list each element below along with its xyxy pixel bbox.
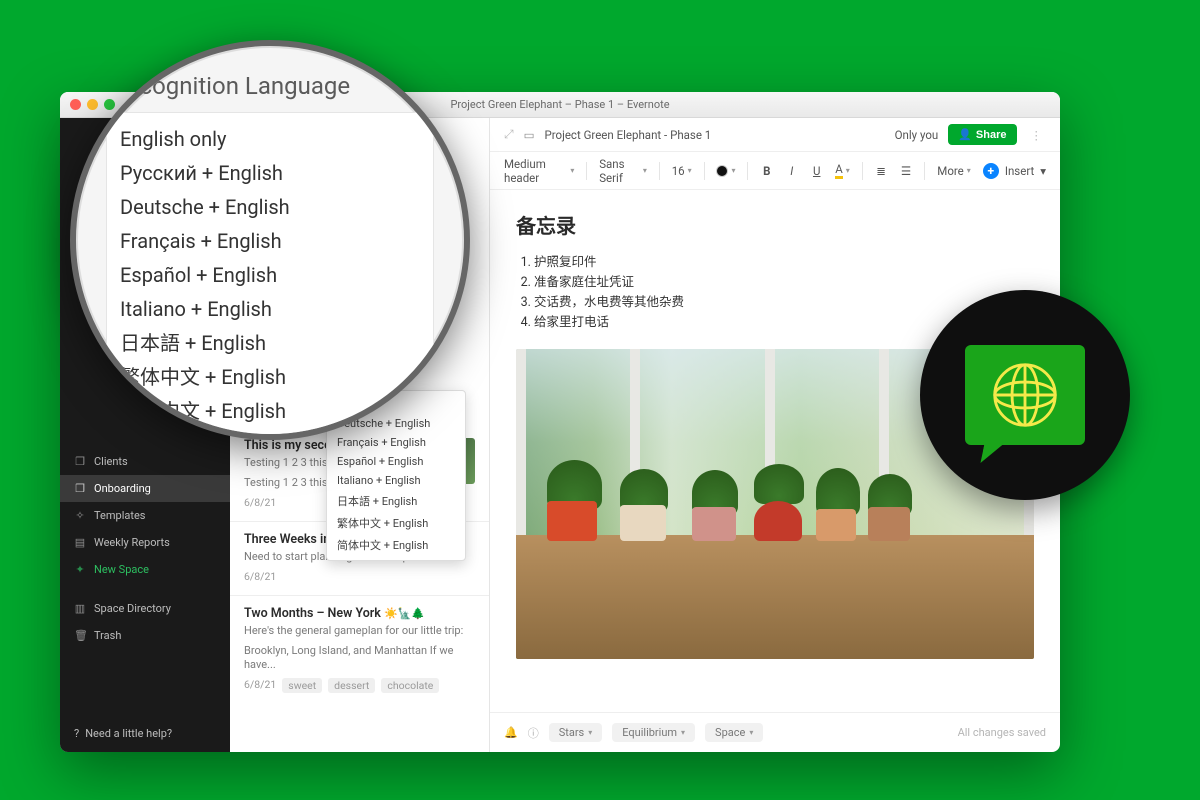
language-option[interactable]: 日本語 + English [120,326,420,360]
size-dropdown[interactable]: 16▾ [672,164,692,178]
trash-icon: 🗑 [74,629,86,642]
expand-icon[interactable]: ⤢ [504,127,514,142]
bell-icon[interactable]: 🔔 [504,726,518,739]
sidebar-item-trash[interactable]: 🗑 Trash [60,622,230,649]
note-date: 6/8/21 [244,496,276,509]
language-option[interactable]: Русский + English [120,156,420,190]
window-title: Project Green Elephant – Phase 1 – Evern… [450,98,669,111]
share-label: Share [976,129,1007,141]
help-label: Need a little help? [85,727,172,740]
italic-button[interactable]: I [785,164,798,178]
info-icon[interactable]: ⓘ [528,725,539,741]
box-icon: ❒ [74,482,86,495]
bold-button[interactable]: B [760,164,773,178]
formatting-toolbar: Medium header▾ Sans Serif▾ 16▾ ▾ B I U [490,152,1060,190]
traffic-lights [70,99,115,110]
language-option[interactable]: Italiano + English [327,471,465,490]
note-date: 6/8/21 [244,570,276,583]
notebook-icon[interactable]: ▭ [524,128,535,142]
sidebar-item-new-space[interactable]: ✦ New Space [60,556,230,583]
magnifier-overlay: Recognition Language English only Русски… [70,40,470,440]
sidebar-item-label: Onboarding [94,482,151,495]
minimize-icon[interactable] [87,99,98,110]
sidebar-item-label: Weekly Reports [94,536,170,549]
note-tag[interactable]: dessert [328,678,375,693]
sidebar-item-label: Space Directory [94,602,171,615]
highlight-dropdown[interactable]: A▾ [835,162,850,179]
person-icon: 👤 [958,128,972,141]
box-icon: ❒ [74,455,86,468]
language-option[interactable]: Français + English [327,433,465,452]
tag-pill[interactable]: Equilibrium▾ [612,723,695,742]
language-badge [920,290,1130,500]
recognition-language-title: Recognition Language [112,72,434,100]
list-item: 交话费，水电费等其他杂费 [534,293,1034,313]
maximize-icon[interactable] [104,99,115,110]
bullet-list-button[interactable]: ≣ [875,164,888,178]
note-snippet: Here's the general gameplan for our litt… [244,624,475,638]
color-dot-icon [716,165,728,177]
language-option[interactable]: Italiano + English [120,292,420,326]
plus-icon: + [983,163,999,179]
note-tag[interactable]: sweet [282,678,322,693]
plus-icon: ✦ [74,563,86,576]
language-option[interactable]: 简体中文 + English [327,534,465,556]
document-header: ⤢ ▭ Project Green Elephant - Phase 1 Onl… [490,118,1060,152]
insert-button[interactable]: + Insert▾ [983,163,1046,179]
note-title: Two Months – New York ☀️🗽🌲 [244,606,475,621]
language-option[interactable]: 日本語 + English [327,490,465,512]
tag-pill[interactable]: Stars▾ [549,723,603,742]
sharing-status[interactable]: Only you [895,128,939,142]
breadcrumb[interactable]: Project Green Elephant - Phase 1 [544,128,711,142]
sidebar-item-label: New Space [94,563,149,576]
sidebar-item-onboarding[interactable]: ❒ Onboarding [60,475,230,502]
note-date: 6/8/21 [244,678,276,693]
language-option[interactable]: English only [120,122,420,156]
list-item: 准备家庭住址凭证 [534,273,1034,293]
language-option[interactable]: Español + English [327,452,465,471]
title-emoji: ☀️🗽🌲 [384,607,425,620]
underline-button[interactable]: U [810,164,823,178]
number-list-button[interactable]: ☰ [900,164,913,178]
font-dropdown[interactable]: Sans Serif▾ [599,157,647,185]
note-card[interactable]: Two Months – New York ☀️🗽🌲 Here's the ge… [230,595,489,705]
tag-pill[interactable]: Space▾ [705,723,763,742]
note-tag[interactable]: chocolate [381,678,439,693]
reports-icon: ▤ [74,536,86,549]
sidebar-item-label: Trash [94,629,121,642]
template-icon: ✧ [74,509,86,522]
sidebar-item-label: Templates [94,509,145,522]
save-status: All changes saved [958,726,1046,739]
directory-icon: ▥ [74,602,86,615]
sidebar-item-clients[interactable]: ❒ Clients [60,448,230,475]
document-footer: 🔔 ⓘ Stars▾ Equilibrium▾ Space▾ All chang… [490,712,1060,752]
language-option[interactable]: Deutsche + English [120,190,420,224]
globe-icon [989,359,1061,431]
language-option[interactable]: Español + English [120,258,420,292]
language-option[interactable]: Français + English [120,224,420,258]
more-icon[interactable]: ⋮ [1027,128,1047,142]
close-icon[interactable] [70,99,81,110]
list-item: 护照复印件 [534,253,1034,273]
language-option[interactable]: 繁体中文 + English [327,512,465,534]
help-icon: ? [74,727,79,740]
sidebar-item-label: Clients [94,455,128,468]
speech-bubble-icon [965,345,1085,445]
language-option[interactable]: 繁体中文 + English [120,360,420,394]
style-dropdown[interactable]: Medium header▾ [504,157,574,185]
document-heading: 备忘录 [516,210,1034,239]
recognition-language-menu[interactable]: English only Русский + English Deutsche … [106,112,434,438]
sidebar-item-weekly-reports[interactable]: ▤ Weekly Reports [60,529,230,556]
help-link[interactable]: ? Need a little help? [60,715,230,752]
note-snippet: Brooklyn, Long Island, and Manhattan If … [244,644,475,672]
share-button[interactable]: 👤 Share [948,124,1016,145]
sidebar-item-space-directory[interactable]: ▥ Space Directory [60,595,230,622]
color-picker[interactable]: ▾ [716,165,735,177]
more-dropdown[interactable]: More▾ [937,164,971,178]
sidebar-item-templates[interactable]: ✧ Templates [60,502,230,529]
